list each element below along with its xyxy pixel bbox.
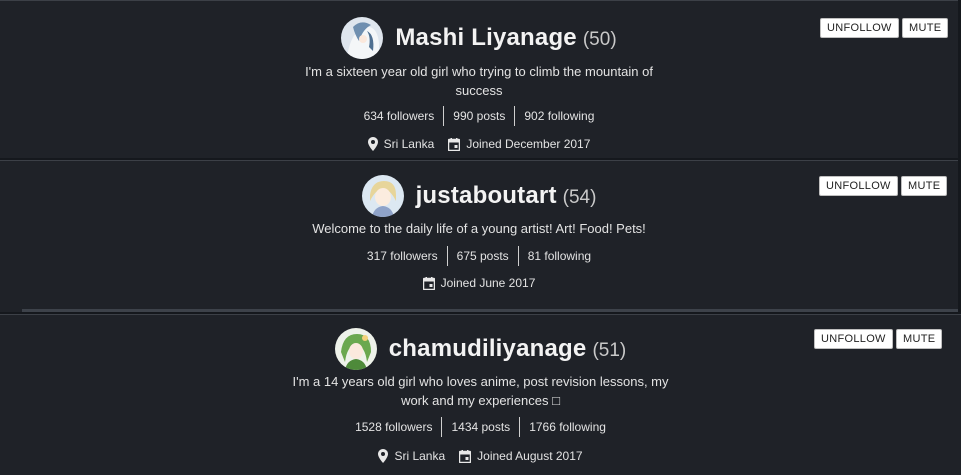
user-card: chamudiliyanage (51) I'm a 14 years old … [0,314,961,475]
location: Sri Lanka [367,137,435,151]
bio-line: I'm a 14 years old girl who loves anime,… [292,374,669,389]
unfollow-button[interactable]: UNFOLLOW [814,329,893,349]
posts-count[interactable]: 1434 posts [441,417,519,437]
join-date: Joined August 2017 [459,449,583,463]
bio: I'm a sixteen year old girl who trying t… [249,62,709,100]
user-meta: Sri Lanka Joined August 2017 [0,449,961,463]
followed-users-list: Mashi Liyanage (50) I'm a sixteen year o… [0,0,961,475]
following-count[interactable]: 81 following [517,246,600,266]
location-text: Sri Lanka [394,449,446,463]
user-header: justaboutart (54) [0,175,958,217]
bio-line: I'm a sixteen year old girl who trying t… [305,64,653,79]
bio: I'm a 14 years old girl who loves anime,… [246,372,716,410]
posts-count[interactable]: 675 posts [446,246,518,266]
calendar-icon [448,137,461,151]
following-count[interactable]: 902 following [514,106,603,126]
join-date-text: Joined June 2017 [440,276,536,290]
avatar[interactable] [334,328,377,370]
user-stats: 317 followers 675 posts 81 following [0,246,958,266]
calendar-icon [459,449,472,463]
join-date: Joined June 2017 [422,276,536,290]
mute-button[interactable]: MUTE [901,176,948,196]
following-count[interactable]: 1766 following [519,417,615,437]
mute-button[interactable]: MUTE [896,329,943,349]
bio-line: Welcome to the daily life of a young art… [312,221,646,236]
location-pin-icon [378,449,389,463]
bio-line: work and my experiences □ [401,393,560,408]
user-card: justaboutart (54) Welcome to the daily l… [0,160,958,312]
user-stats: 1528 followers 1434 posts 1766 following [0,417,961,437]
calendar-icon [422,276,435,290]
bio: Welcome to the daily life of a young art… [249,219,709,238]
followers-count[interactable]: 317 followers [358,246,447,266]
user-stats: 634 followers 990 posts 902 following [0,106,958,126]
location: Sri Lanka [378,449,445,463]
user-meta: Joined June 2017 [0,276,958,290]
join-date-text: Joined December 2017 [466,137,591,151]
followers-count[interactable]: 1528 followers [346,417,441,437]
avatar[interactable] [361,175,404,217]
join-date: Joined December 2017 [448,137,590,151]
unfollow-button[interactable]: UNFOLLOW [820,18,899,38]
reputation-score: (50) [582,29,617,50]
username[interactable]: Mashi Liyanage [395,24,577,52]
username[interactable]: justaboutart [416,182,557,210]
join-date-text: Joined August 2017 [477,449,583,463]
user-meta: Sri Lanka Joined December 2017 [0,137,958,151]
reputation-score: (54) [562,187,597,208]
bio-line: success [455,83,503,98]
location-pin-icon [367,137,378,151]
username[interactable]: chamudiliyanage [389,335,587,363]
avatar[interactable] [341,17,384,59]
user-card: Mashi Liyanage (50) I'm a sixteen year o… [0,0,958,158]
user-header: Mashi Liyanage (50) [0,17,958,59]
posts-count[interactable]: 990 posts [443,106,514,126]
followers-count[interactable]: 634 followers [355,106,444,126]
mute-button[interactable]: MUTE [902,18,949,38]
divider [22,309,958,312]
location-text: Sri Lanka [383,137,435,151]
reputation-score: (51) [592,340,627,361]
unfollow-button[interactable]: UNFOLLOW [819,176,898,196]
